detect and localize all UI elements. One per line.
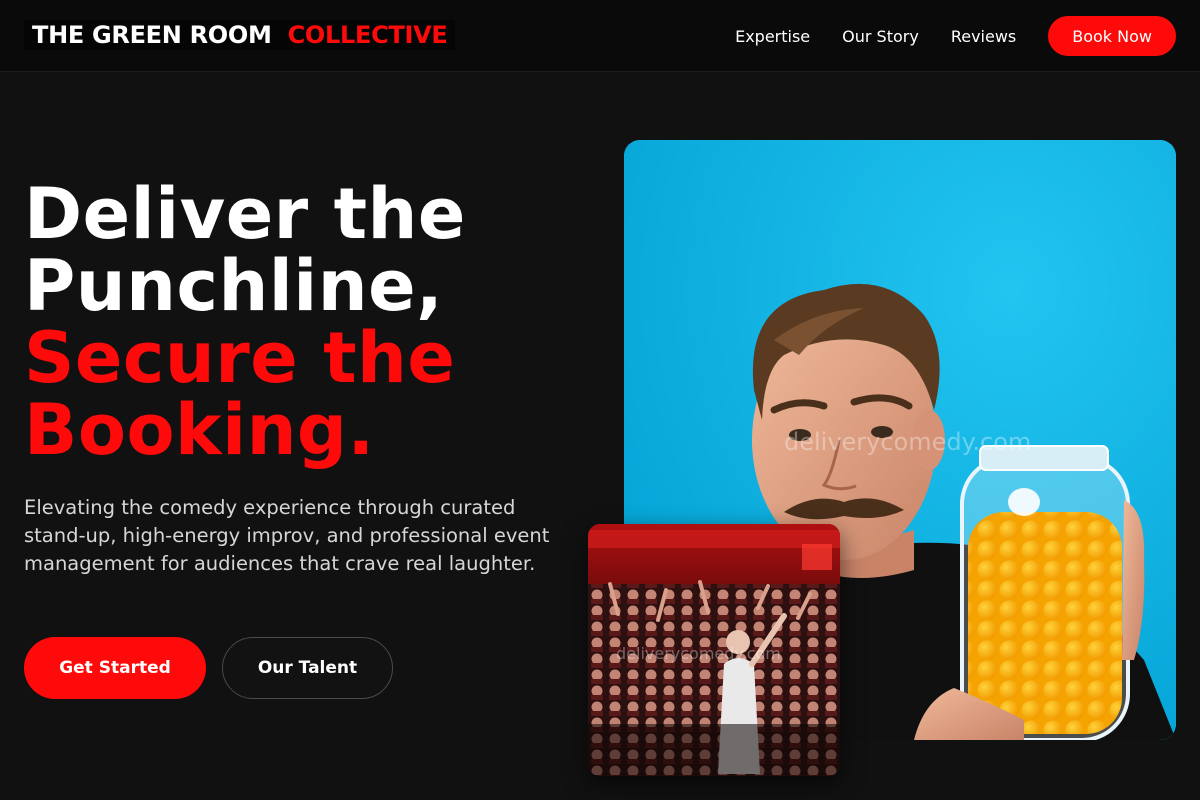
hero-heading-line-3: Secure the (24, 317, 456, 399)
main-photo-watermark: deliverycomedy.com (784, 428, 1032, 456)
hero-heading: Deliver the Punchline, Secure the Bookin… (24, 178, 584, 466)
brand-logo[interactable]: THE GREEN ROOM COLLECTIVE (24, 20, 456, 50)
brand-name-primary: THE GREEN ROOM (32, 21, 272, 49)
nav-link-reviews[interactable]: Reviews (951, 27, 1016, 46)
small-photo-watermark: deliverycomedy.com (616, 644, 781, 663)
hero-description: Elevating the comedy experience through … (24, 496, 550, 575)
nav-link-expertise[interactable]: Expertise (735, 27, 810, 46)
get-started-button[interactable]: Get Started (24, 637, 206, 699)
top-navigation-bar: THE GREEN ROOM COLLECTIVE Expertise Our … (0, 0, 1200, 72)
hero-heading-line-1: Deliver the (24, 173, 466, 255)
hero-heading-line-2: Punchline, (24, 245, 444, 327)
book-now-button[interactable]: Book Now (1048, 16, 1176, 56)
nav-link-our-story[interactable]: Our Story (842, 27, 919, 46)
hero-heading-line-4: Booking. (24, 389, 375, 471)
crowd-photo: deliverycomedy.com (588, 524, 840, 776)
our-talent-button[interactable]: Our Talent (222, 637, 393, 699)
main-nav: Expertise Our Story Reviews Book Now (735, 16, 1176, 56)
brand-name-accent: COLLECTIVE (287, 21, 448, 49)
